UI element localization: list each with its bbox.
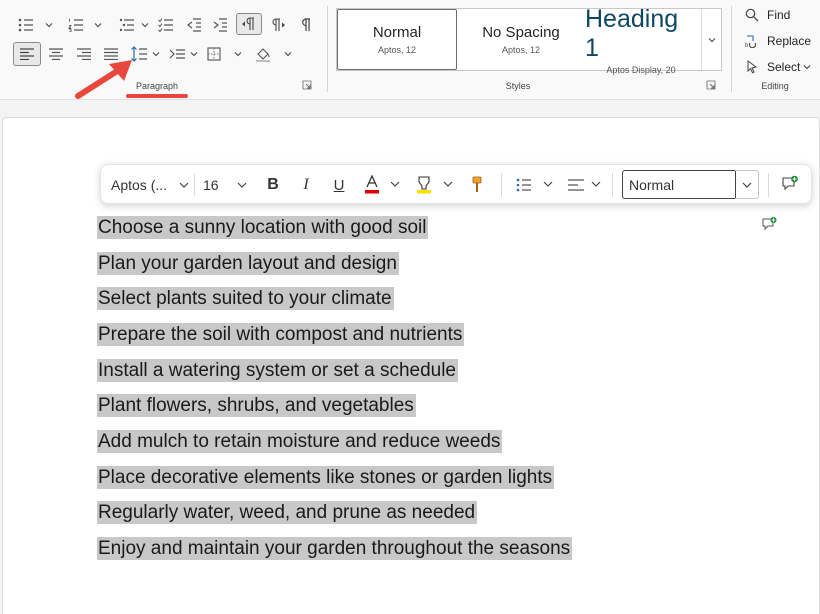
styles-gallery: Normal Aptos, 12 No Spacing Aptos, 12 He…	[336, 5, 722, 75]
style-name: Heading 1	[585, 4, 679, 62]
toolbar-divider	[194, 174, 195, 196]
font-name-dropdown[interactable]: Aptos (...	[105, 172, 195, 198]
styles-more-icon[interactable]	[701, 9, 721, 70]
replace-button[interactable]: b Replace	[745, 34, 811, 48]
toolbar-divider	[768, 173, 769, 197]
align-center-icon[interactable]	[46, 45, 66, 63]
alignment-icon[interactable]	[566, 175, 586, 195]
search-icon	[745, 8, 759, 22]
chevron-down-icon[interactable]	[45, 21, 53, 29]
numbering-icon[interactable]	[66, 16, 86, 34]
increase-indent-icon[interactable]	[210, 16, 230, 34]
style-name: No Spacing	[482, 24, 560, 41]
add-comment-icon[interactable]	[761, 215, 779, 233]
multilevel-list-icon[interactable]	[117, 16, 137, 34]
group-divider	[731, 6, 732, 92]
paragraph[interactable]: Plant flowers, shrubs, and vegetables	[97, 394, 416, 417]
paragraph[interactable]: Install a watering system or set a sched…	[97, 359, 459, 382]
chevron-down-icon[interactable]	[543, 179, 553, 189]
show-formatting-marks-icon[interactable]	[296, 16, 316, 34]
dialog-launcher-icon[interactable]	[302, 80, 312, 90]
paragraph[interactable]: Prepare the soil with compost and nutrie…	[97, 323, 465, 346]
style-font: Aptos, 12	[501, 45, 541, 55]
chevron-down-icon[interactable]	[284, 50, 292, 58]
format-painter-icon[interactable]	[467, 174, 487, 196]
paragraph[interactable]: Enjoy and maintain your garden throughou…	[97, 537, 573, 560]
font-size-dropdown[interactable]: 16	[197, 172, 251, 198]
paragraph[interactable]: Select plants suited to your climate	[97, 287, 394, 310]
style-dropdown[interactable]: Normal	[622, 170, 736, 199]
bold-icon[interactable]: B	[263, 175, 283, 195]
chevron-down-icon[interactable]	[141, 21, 149, 29]
style-heading-1[interactable]: Heading 1 Aptos Display, 20	[585, 5, 697, 75]
replace-icon: b	[745, 35, 757, 48]
chevron-down-icon	[803, 65, 811, 70]
checklist-icon[interactable]	[156, 16, 176, 34]
style-no-spacing[interactable]: No Spacing Aptos, 12	[457, 9, 585, 70]
dialog-launcher-icon[interactable]	[706, 80, 716, 90]
style-value: Normal	[629, 176, 675, 193]
underline-icon[interactable]: U	[329, 175, 349, 195]
find-button[interactable]: Find	[745, 8, 790, 22]
style-dropdown-chevron-icon[interactable]	[735, 170, 759, 199]
replace-label: Replace	[767, 34, 812, 48]
chevron-down-icon	[237, 182, 247, 188]
bullets-icon[interactable]	[16, 16, 36, 34]
paragraph[interactable]: Add mulch to retain moisture and reduce …	[97, 430, 503, 453]
bullets-icon[interactable]	[514, 175, 534, 195]
font-color-icon[interactable]	[362, 173, 382, 197]
chevron-down-icon[interactable]	[390, 179, 400, 189]
chevron-down-icon[interactable]	[443, 179, 453, 189]
chevron-down-icon[interactable]	[591, 179, 601, 189]
shading-icon[interactable]	[253, 44, 273, 64]
svg-text:b: b	[745, 43, 749, 48]
styles-group-label: Styles	[505, 81, 531, 91]
style-normal[interactable]: Normal Aptos, 12	[337, 9, 457, 70]
new-comment-icon[interactable]	[779, 173, 801, 195]
style-font: Aptos Display, 20	[606, 64, 676, 75]
toolbar-divider	[612, 173, 613, 197]
style-name: Normal	[372, 24, 422, 41]
align-left-icon[interactable]	[13, 42, 41, 66]
highlight-color-icon[interactable]	[414, 173, 434, 197]
italic-icon[interactable]: I	[296, 175, 316, 195]
font-size-value: 16	[203, 177, 219, 193]
ribbon: Paragraph Normal Aptos, 12 No Spacing Ap…	[0, 0, 820, 100]
editing-group-label: Editing	[761, 81, 789, 91]
select-button[interactable]: Select	[745, 60, 811, 74]
annotation-arrow-icon	[75, 60, 188, 99]
chevron-down-icon	[179, 182, 189, 188]
paragraph[interactable]: Plan your garden layout and design	[97, 252, 399, 275]
rtl-direction-icon[interactable]	[268, 16, 288, 34]
paragraph[interactable]: Place decorative elements like stones or…	[97, 466, 555, 489]
decrease-indent-icon[interactable]	[184, 16, 204, 34]
toolbar-divider	[501, 173, 502, 197]
chevron-down-icon[interactable]	[234, 50, 242, 58]
font-name-value: Aptos (...	[111, 177, 168, 193]
find-label: Find	[767, 8, 791, 22]
borders-icon[interactable]	[204, 45, 224, 63]
cursor-icon	[747, 60, 758, 74]
paragraph[interactable]: Regularly water, weed, and prune as need…	[97, 501, 478, 524]
floating-toolbar: Aptos (... 16 B I U Normal	[100, 164, 812, 204]
select-label: Select	[767, 60, 801, 74]
chevron-down-icon[interactable]	[94, 21, 102, 29]
style-font: Aptos, 12	[377, 45, 417, 55]
paragraph[interactable]: Choose a sunny location with good soil	[97, 216, 429, 239]
group-divider	[327, 6, 328, 92]
ltr-direction-icon[interactable]	[236, 13, 262, 35]
